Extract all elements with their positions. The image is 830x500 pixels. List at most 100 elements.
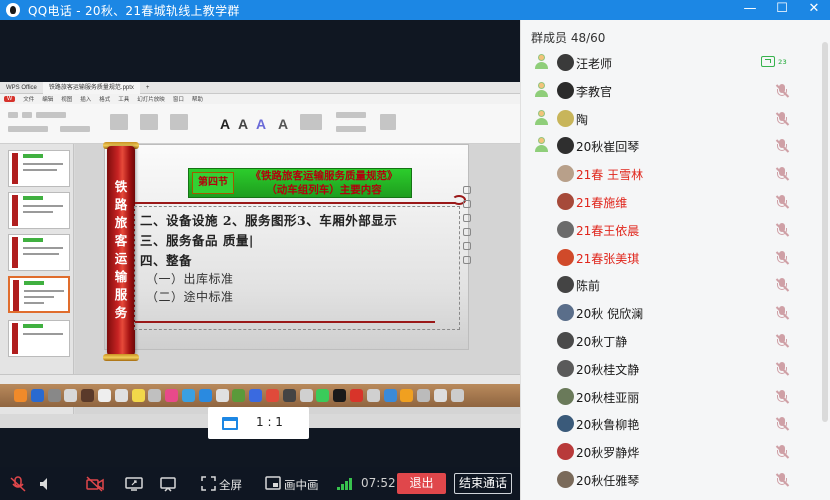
maximize-button[interactable]: ☐	[766, 0, 798, 20]
member-row[interactable]: 20秋 倪欣澜	[521, 299, 819, 326]
member-name: 李教官	[576, 84, 613, 99]
dock-app-icon	[148, 389, 162, 402]
member-list-scrollbar[interactable]	[822, 42, 828, 422]
mic-muted-icon	[774, 333, 790, 349]
member-row[interactable]: 21春王依晨	[521, 216, 819, 243]
wps-menu-item: 窗口	[172, 97, 184, 103]
mic-muted-icon	[774, 389, 790, 405]
mic-muted-icon[interactable]	[10, 476, 26, 496]
font-style-a-icon: A	[238, 116, 249, 132]
dock-app-icon	[47, 389, 61, 402]
fullscreen-button[interactable]: 全屏	[219, 477, 242, 493]
speaker-icon[interactable]	[38, 476, 54, 496]
member-row[interactable]: 20秋桂亚丽	[521, 383, 819, 410]
member-row[interactable]: 20秋丁静	[521, 327, 819, 354]
dock-app-icon	[282, 389, 296, 402]
body-line: （一）出库标准	[146, 272, 234, 286]
member-name: 21春王依晨	[576, 223, 640, 238]
wps-logo: W	[4, 96, 16, 102]
slide-thumbnail	[8, 192, 70, 229]
dock-app-icon	[14, 389, 27, 402]
wps-tab-new: +	[145, 84, 150, 91]
dock-app-icon	[383, 389, 397, 402]
host-badge-icon	[533, 81, 549, 98]
signal-strength-icon	[337, 478, 355, 490]
wps-menu-item: 帮助	[191, 97, 203, 103]
scroll-bottom-cap	[103, 354, 139, 361]
ribbon-control	[8, 126, 48, 132]
member-avatar	[557, 220, 574, 238]
dock-app-icon	[97, 389, 111, 402]
member-count-header: 群成员 48/60	[531, 31, 606, 45]
member-name: 21春施维	[576, 196, 628, 210]
member-row[interactable]: 21春张美琪	[521, 244, 819, 271]
member-name: 21春张美琪	[576, 251, 640, 266]
leave-button[interactable]: 退出	[397, 473, 446, 494]
member-avatar	[557, 81, 574, 99]
member-avatar	[557, 471, 574, 488]
member-row[interactable]: 陶	[521, 105, 819, 132]
member-row[interactable]: 20秋崔回琴	[521, 132, 819, 159]
member-row[interactable]: 20秋桂文静	[521, 355, 819, 382]
slide-side-tools	[463, 180, 477, 310]
end-call-button[interactable]: 结束通话	[454, 473, 512, 494]
member-avatar	[557, 276, 574, 294]
font-style-a-icon: A	[220, 116, 231, 132]
wps-menu-item: 格式	[99, 97, 111, 103]
heading-line-2: （动车组列车）主要内容	[266, 184, 382, 196]
dock-app-icon	[265, 389, 279, 402]
member-avatar	[557, 54, 574, 71]
member-avatar	[557, 193, 574, 210]
mac-dock	[0, 384, 520, 407]
slide-thumbnail-selected	[8, 276, 70, 313]
picture-in-picture-icon[interactable]	[265, 476, 281, 495]
dock-app-icon	[333, 389, 347, 402]
ribbon-control	[140, 114, 158, 130]
member-row[interactable]: 20秋罗静烨	[521, 438, 819, 465]
fullscreen-icon[interactable]	[201, 476, 216, 495]
wps-menu-item: 幻灯片放映	[137, 97, 165, 103]
dock-app-icon	[366, 389, 380, 402]
member-name: 21春 王雪林	[576, 168, 644, 183]
member-avatar	[557, 415, 574, 433]
minimize-button[interactable]: —	[734, 0, 766, 20]
member-row[interactable]: 20秋鲁柳艳	[521, 410, 819, 437]
member-row[interactable]: 陈前	[521, 271, 819, 298]
slide-thumbnail	[8, 320, 70, 357]
member-row[interactable]: 20秋任雅琴	[521, 466, 819, 493]
mic-muted-icon	[774, 305, 790, 321]
member-row[interactable]: 汪老师 ₂₃	[521, 49, 819, 76]
aspect-ratio-popup[interactable]: 1 : 1	[208, 407, 309, 439]
wps-menu-item: 编辑	[42, 97, 54, 103]
whiteboard-icon[interactable]	[160, 476, 176, 496]
section-number: 第四节	[192, 172, 234, 194]
dock-app-icon	[114, 389, 128, 402]
member-name: 20秋桂文静	[576, 362, 640, 377]
wps-menu-item: 视图	[61, 97, 73, 103]
member-avatar	[557, 137, 574, 155]
slide-thumbnail	[8, 234, 70, 271]
dock-app-icon	[417, 389, 431, 402]
member-name: 20秋桂亚丽	[576, 390, 640, 405]
ribbon-control	[336, 112, 366, 118]
mic-muted-icon	[774, 250, 790, 266]
body-line: （二）途中标准	[146, 290, 234, 304]
close-button[interactable]: ✕	[798, 0, 830, 20]
camera-off-icon[interactable]	[86, 476, 104, 496]
mic-muted-icon	[774, 444, 790, 460]
dock-app-icon	[433, 389, 447, 402]
member-name: 20秋丁静	[576, 335, 628, 349]
video-area[interactable]: WPS Office 铁路旅客运输服务质量规范.pptx + W 文件 编辑 视…	[0, 20, 520, 467]
body-line: 二、设备设施 2、服务图形3、车厢外部显示	[140, 213, 398, 228]
dock-app-icon	[181, 389, 195, 402]
screen-share-icon[interactable]	[125, 476, 143, 496]
mic-muted-icon	[774, 472, 790, 488]
mic-muted-icon	[774, 361, 790, 377]
call-toolbar: 全屏 画中画 07:52 退出 结束通话	[0, 467, 520, 500]
member-avatar	[557, 304, 574, 322]
member-row[interactable]: 李教官	[521, 77, 819, 104]
member-name: 20秋 倪欣澜	[576, 307, 644, 322]
picture-in-picture-button[interactable]: 画中画	[284, 477, 319, 493]
member-row[interactable]: 21春施维	[521, 188, 819, 215]
member-row[interactable]: 21春 王雪林	[521, 160, 819, 187]
